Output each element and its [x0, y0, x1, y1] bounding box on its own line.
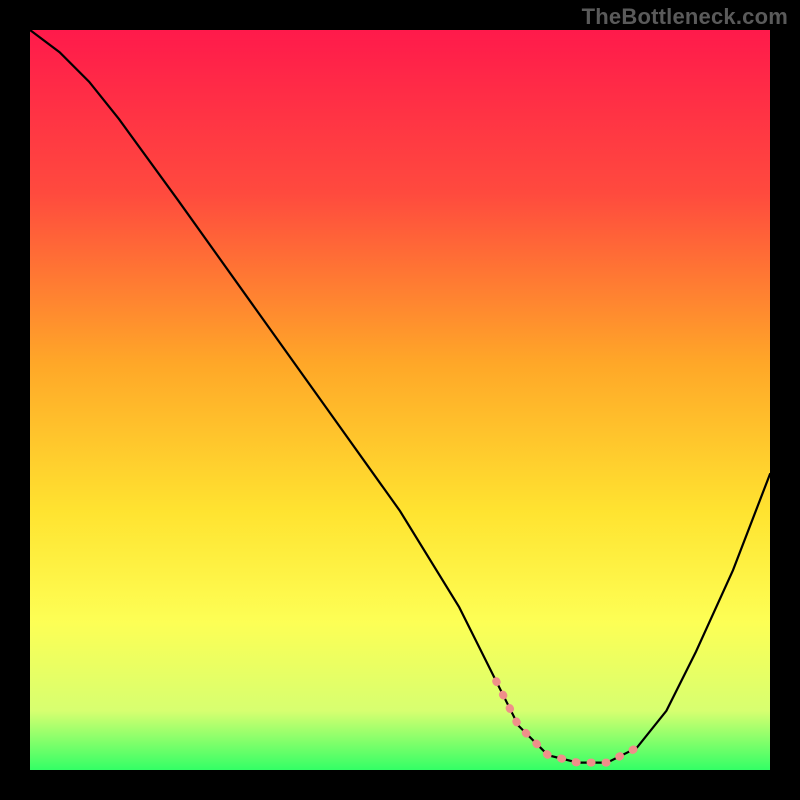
chart-frame: TheBottleneck.com	[0, 0, 800, 800]
watermark-text: TheBottleneck.com	[582, 4, 788, 30]
plot-background	[30, 30, 770, 770]
bottleneck-chart	[0, 0, 800, 800]
